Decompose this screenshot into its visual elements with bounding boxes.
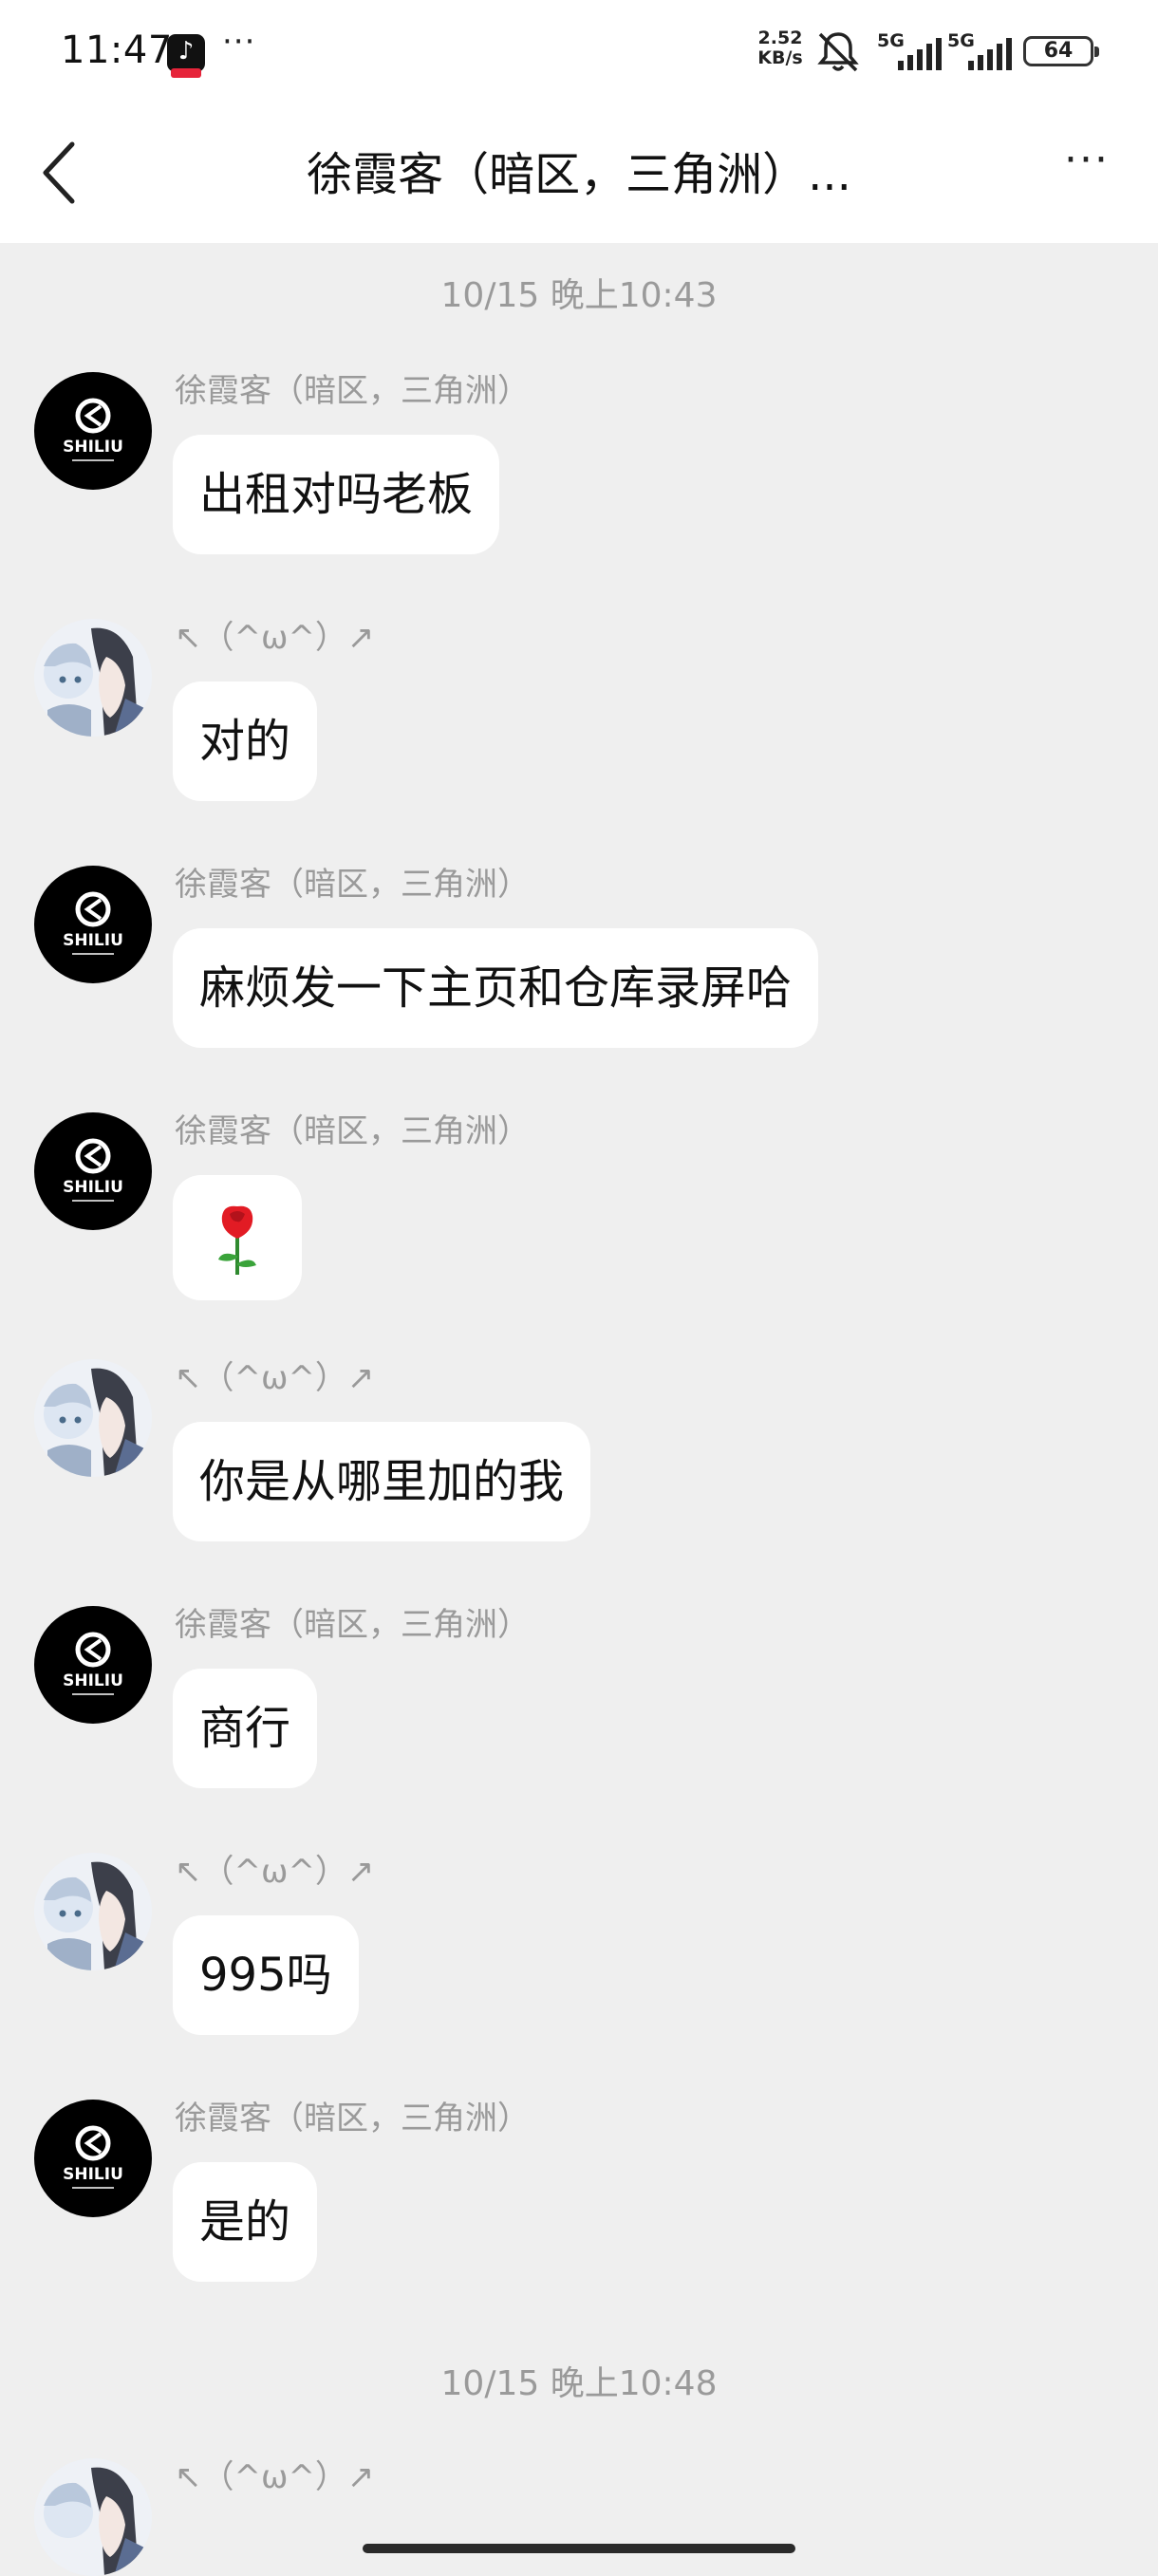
anime-avatar-icon	[34, 1853, 152, 1970]
message-bubble[interactable]: 出租对吗老板	[173, 435, 500, 554]
rose-icon	[218, 1205, 256, 1275]
battery-level: 64	[1043, 39, 1074, 63]
avatar[interactable]: SHILIU	[34, 2100, 152, 2217]
avatar[interactable]	[34, 2458, 152, 2576]
mute-bell-icon	[817, 32, 859, 72]
signal-2: 5G	[947, 30, 1021, 72]
svg-text:SHILIU: SHILIU	[63, 931, 123, 950]
sender-name: 徐霞客（暗区，三角洲）	[175, 2100, 530, 2137]
sender-name: 徐霞客（暗区，三角洲）	[175, 1112, 530, 1150]
sender-name: 徐霞客（暗区，三角洲）	[175, 1606, 530, 1644]
avatar[interactable]: SHILIU	[34, 1112, 152, 1230]
anime-avatar-icon	[34, 619, 152, 737]
battery-icon: 64	[1023, 36, 1099, 66]
net-speed: 2.52 KB/s	[752, 28, 809, 68]
message-bubble[interactable]: 麻烦发一下主页和仓库录屏哈	[173, 928, 819, 1048]
chat-header: 徐霞客（暗区，三角洲）... ···	[0, 106, 1158, 243]
shiliu-logo-icon: SHILIU	[63, 1632, 123, 1695]
message-bubble[interactable]: 995吗	[173, 1915, 359, 2035]
status-bar: 11:47 ♪ ··· 2.52 KB/s 5G 5G 64	[0, 0, 1158, 106]
anime-avatar-icon	[34, 2458, 152, 2576]
message-bubble[interactable]: 你是从哪里加的我	[173, 1422, 591, 1541]
svg-text:SHILIU: SHILIU	[63, 438, 123, 457]
message-bubble[interactable]: 是的	[173, 2162, 318, 2282]
svg-text:SHILIU: SHILIU	[63, 1178, 123, 1197]
status-time: 11:47	[61, 28, 173, 72]
notification-more-icon: ···	[222, 23, 256, 61]
shiliu-logo-icon: SHILIU	[63, 1138, 123, 1202]
more-options-button[interactable]: ···	[1054, 140, 1120, 184]
sender-name: ↖（^ω^）↗	[175, 1853, 375, 1891]
message-bubble[interactable]: 对的	[173, 681, 318, 801]
svg-text:SHILIU: SHILIU	[63, 2165, 123, 2184]
signal-1: 5G	[877, 30, 951, 72]
timestamp: 10/15 晚上10:48	[440, 2364, 718, 2403]
signal-bars-icon	[898, 38, 942, 70]
signal-bars-icon	[968, 38, 1012, 70]
anime-avatar-icon	[34, 1359, 152, 1477]
avatar[interactable]	[34, 1359, 152, 1477]
timestamp: 10/15 晚上10:43	[440, 276, 718, 315]
home-indicator[interactable]	[363, 2544, 795, 2553]
chat-title: 徐霞客（暗区，三角洲）...	[307, 148, 851, 201]
sender-name: ↖（^ω^）↗	[175, 2458, 375, 2496]
tiktok-icon: ♪	[167, 34, 205, 78]
net-speed-unit: KB/s	[757, 47, 803, 68]
shiliu-logo-icon: SHILIU	[63, 891, 123, 955]
sender-name: 徐霞客（暗区，三角洲）	[175, 372, 530, 410]
message-bubble[interactable]: 商行	[173, 1669, 318, 1788]
sender-name: 徐霞客（暗区，三角洲）	[175, 866, 530, 904]
back-button[interactable]	[28, 135, 95, 211]
avatar[interactable]: SHILIU	[34, 866, 152, 983]
sender-name: ↖（^ω^）↗	[175, 619, 375, 657]
message-bubble[interactable]	[173, 1175, 302, 1300]
avatar[interactable]	[34, 1853, 152, 1970]
avatar[interactable]	[34, 619, 152, 737]
net-speed-value: 2.52	[757, 28, 803, 48]
avatar[interactable]: SHILIU	[34, 372, 152, 490]
shiliu-logo-icon: SHILIU	[63, 398, 123, 461]
shiliu-logo-icon: SHILIU	[63, 2125, 123, 2189]
svg-text:SHILIU: SHILIU	[63, 1671, 123, 1690]
avatar[interactable]: SHILIU	[34, 1606, 152, 1724]
sender-name: ↖（^ω^）↗	[175, 1359, 375, 1397]
